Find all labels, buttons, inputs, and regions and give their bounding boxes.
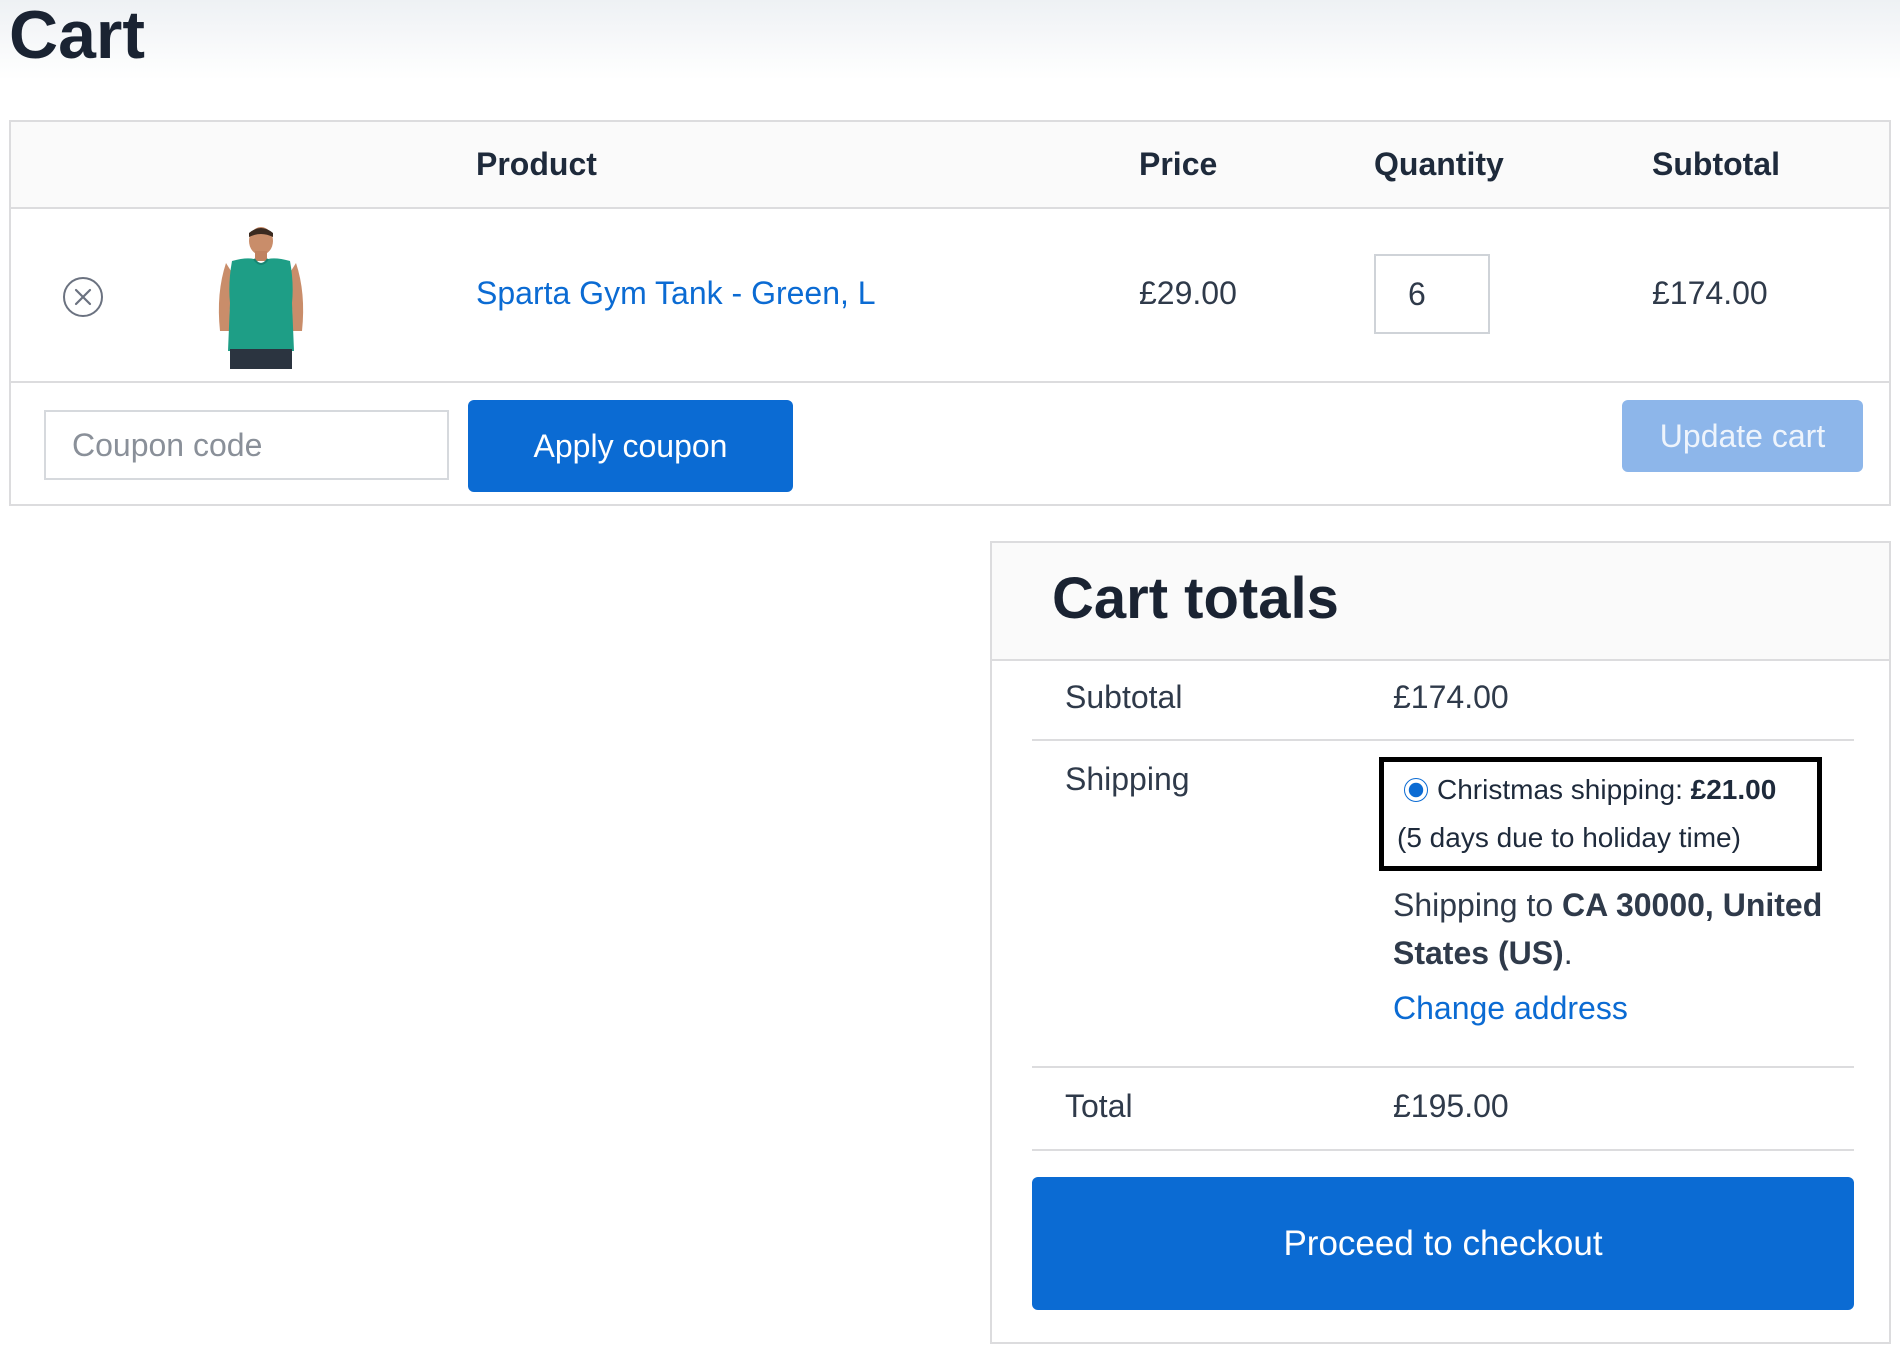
product-thumbnail[interactable] <box>206 223 316 369</box>
table-row: Sparta Gym Tank - Green, L £29.00 £174.0… <box>11 209 1889 383</box>
update-cart-button[interactable]: Update cart <box>1622 400 1863 472</box>
close-icon <box>74 288 92 306</box>
shipping-to-prefix: Shipping to <box>1393 887 1554 923</box>
header-subtotal: Subtotal <box>1652 146 1780 182</box>
shipping-option-radio[interactable] <box>1404 778 1428 802</box>
page-title: Cart <box>9 0 146 73</box>
shipping-option-note: (5 days due to holiday time) <box>1397 822 1741 853</box>
shipping-option: Christmas shipping: £21.00 (5 days due t… <box>1379 757 1822 871</box>
cart-totals-title: Cart totals <box>1052 566 1339 631</box>
header-quantity: Quantity <box>1374 146 1504 182</box>
proceed-to-checkout-button[interactable]: Proceed to checkout <box>1032 1177 1854 1310</box>
cart-actions: Apply coupon Update cart <box>11 383 1889 506</box>
shipping-option-price: £21.00 <box>1690 774 1777 805</box>
coupon-code-input[interactable] <box>44 410 449 480</box>
cart-totals: Cart totals Subtotal £174.00 Shipping Ch… <box>990 541 1891 1344</box>
subtotal-value: £174.00 <box>1393 679 1509 715</box>
shipping-destination: Shipping to CA 30000, United States (US)… <box>1393 881 1833 977</box>
header-product: Product <box>476 146 597 182</box>
change-address-link[interactable]: Change address <box>1393 990 1628 1027</box>
product-name-link[interactable]: Sparta Gym Tank - Green, L <box>476 275 876 312</box>
cart-table-header: Product Price Quantity Subtotal <box>11 122 1889 209</box>
total-label: Total <box>1065 1088 1133 1124</box>
divider <box>1032 1066 1854 1068</box>
shipping-to-suffix: . <box>1563 935 1573 971</box>
cart-table: Product Price Quantity Subtotal Sparta G… <box>9 120 1891 506</box>
header-band <box>0 0 1900 80</box>
apply-coupon-button[interactable]: Apply coupon <box>468 400 793 492</box>
shipping-option-name: Christmas shipping: <box>1437 774 1683 805</box>
subtotal-label: Subtotal <box>1065 679 1183 715</box>
shipping-option-label[interactable]: Christmas shipping: £21.00 <box>1437 774 1776 806</box>
quantity-input[interactable] <box>1374 254 1490 334</box>
divider <box>1032 1149 1854 1151</box>
total-value: £195.00 <box>1393 1088 1509 1124</box>
header-price: Price <box>1139 146 1218 182</box>
item-price: £29.00 <box>1139 275 1237 311</box>
shipping-label: Shipping <box>1065 761 1190 797</box>
cart-totals-header: Cart totals <box>992 543 1889 661</box>
remove-item-button[interactable] <box>63 277 103 317</box>
item-subtotal: £174.00 <box>1652 275 1768 311</box>
divider <box>1032 739 1854 741</box>
